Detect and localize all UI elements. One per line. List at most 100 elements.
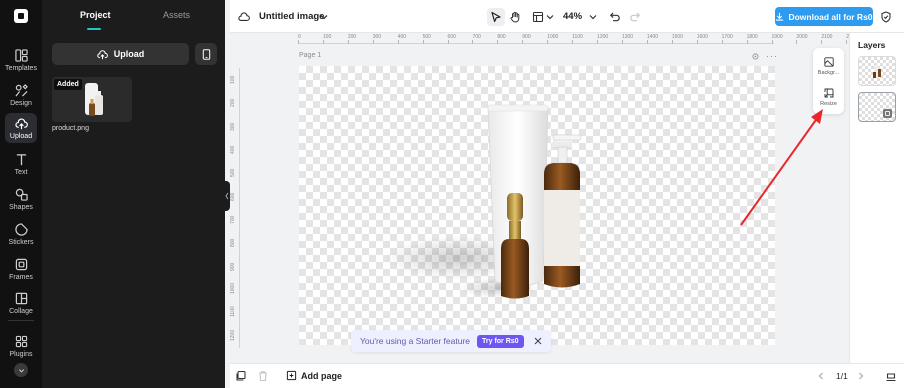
sidebar-item-collage[interactable]: Collage xyxy=(5,287,37,319)
toast-message: You're using a Starter feature xyxy=(360,336,470,346)
previous-page-button[interactable] xyxy=(813,368,829,384)
close-icon xyxy=(534,337,542,345)
sidebar-item-label: Design xyxy=(10,99,32,107)
ruler-tick-label: 400 xyxy=(397,34,407,40)
ruler-tick-label: 1500 xyxy=(671,34,683,40)
page-settings-button[interactable] xyxy=(749,50,761,62)
layout-dropdown-button[interactable] xyxy=(542,9,558,25)
upload-cloud-icon xyxy=(97,49,108,59)
frames-icon xyxy=(15,258,27,270)
zoom-level[interactable]: 44% xyxy=(563,11,582,22)
page-view-button[interactable] xyxy=(883,368,899,384)
tab-assets[interactable]: Assets xyxy=(163,10,190,20)
ruler-tick-label: 700 xyxy=(230,215,236,224)
gear-icon xyxy=(751,52,759,60)
toast-close-button[interactable] xyxy=(531,334,545,348)
ruler-tick xyxy=(522,40,524,44)
sidebar-item-text[interactable]: Text xyxy=(5,148,37,180)
layer-product[interactable] xyxy=(858,56,896,86)
trash-icon xyxy=(259,371,267,382)
app-logo[interactable] xyxy=(14,9,28,23)
sidebar-item-label: Templates xyxy=(5,64,37,72)
hand-icon xyxy=(510,11,520,23)
ruler-tick xyxy=(746,40,748,44)
undo-button[interactable] xyxy=(607,9,623,25)
upload-from-phone-button[interactable] xyxy=(195,43,217,65)
redo-button[interactable] xyxy=(627,9,643,25)
security-button[interactable] xyxy=(878,9,894,25)
active-tab-indicator xyxy=(87,28,101,30)
ruler-tick xyxy=(372,40,374,44)
download-button-label: Download all for Rs0 xyxy=(788,11,873,22)
save-to-cloud-button[interactable] xyxy=(236,9,252,25)
ruler-tick-label: 300 xyxy=(372,34,382,40)
layer-background[interactable] xyxy=(858,92,896,122)
add-page-label: Add page xyxy=(301,370,343,381)
ruler-tick-label: 1400 xyxy=(646,34,659,40)
next-page-button[interactable] xyxy=(853,368,869,384)
added-badge: Added xyxy=(54,79,82,90)
ruler-tick xyxy=(497,40,499,44)
ruler-tick-label: 1700 xyxy=(721,34,733,40)
sidebar-item-label: Upload xyxy=(9,132,33,140)
pages-button[interactable] xyxy=(233,368,249,384)
sidebar-item-label: Frames xyxy=(9,273,33,281)
ruler-tick-label: 900 xyxy=(522,34,531,40)
ruler-tick-label: 1000 xyxy=(547,34,559,40)
sidebar-item-templates[interactable]: Templates xyxy=(5,44,37,76)
upload-button[interactable]: Upload xyxy=(52,43,189,65)
shield-check-icon xyxy=(881,11,891,23)
ruler-tick-label: 1100 xyxy=(572,34,583,40)
redo-icon xyxy=(630,12,641,22)
side-tool-label: Backgr... xyxy=(817,70,840,76)
ruler-tick-label: 500 xyxy=(230,168,236,178)
sidebar-item-label: Plugins xyxy=(9,350,33,358)
ruler-tick xyxy=(547,40,549,44)
asset-filename: product.png xyxy=(52,125,89,132)
sidebar-item-upload[interactable]: Upload xyxy=(5,113,37,143)
download-all-button[interactable]: Download all for Rs0 xyxy=(775,7,873,26)
left-nav-rail: Templates Design Upload Text Shapes Stic… xyxy=(0,0,42,388)
sidebar-item-plugins[interactable]: Plugins xyxy=(5,330,37,362)
ruler-tick xyxy=(397,40,399,44)
tab-project[interactable]: Project xyxy=(80,10,111,20)
annotation-arrow xyxy=(740,109,823,226)
sidebar-item-shapes[interactable]: Shapes xyxy=(5,183,37,215)
starter-feature-toast: You're using a Starter feature Try for R… xyxy=(351,330,551,352)
ruler-tick-label: 200 xyxy=(347,34,357,40)
title-menu-button[interactable] xyxy=(316,9,332,25)
vertical-ruler: 100 200 300 400 500 600 700 800 900 1000 1100 1200 xyxy=(230,68,240,348)
zoom-dropdown-button[interactable] xyxy=(585,9,601,25)
ruler-tick xyxy=(621,40,623,44)
ruler-tick-label: 600 xyxy=(230,192,236,201)
add-page-button[interactable]: Add page xyxy=(286,370,342,381)
chevron-left-icon xyxy=(818,372,823,380)
ruler-tick-label: 500 xyxy=(422,34,431,40)
rail-collapse-button[interactable] xyxy=(14,363,28,377)
try-for-rs0-button[interactable]: Try for Rs0 xyxy=(477,334,524,348)
sidebar-item-design[interactable]: Design xyxy=(5,79,37,111)
collage-icon xyxy=(15,292,27,304)
document-title[interactable]: Untitled image xyxy=(259,11,324,22)
add-page-icon xyxy=(286,370,297,381)
design-canvas[interactable] xyxy=(299,66,775,345)
ruler-tick-label: 400 xyxy=(230,145,236,154)
delete-page-button[interactable] xyxy=(255,368,271,384)
select-tool-button[interactable] xyxy=(487,8,505,26)
sidebar-item-label: Shapes xyxy=(9,203,33,211)
layers-title: Layers xyxy=(858,40,886,50)
ruler-tick-label: 800 xyxy=(497,34,506,40)
sidebar-item-stickers[interactable]: Stickers xyxy=(5,218,37,250)
sidebar-item-frames[interactable]: Frames xyxy=(5,253,37,285)
upload-button-label: Upload xyxy=(113,49,145,59)
background-tool-button[interactable]: Backgr... xyxy=(813,57,844,76)
cursor-arrow-icon xyxy=(491,11,501,23)
hand-tool-button[interactable] xyxy=(507,9,523,25)
upload-cloud-icon xyxy=(14,118,28,129)
background-icon xyxy=(823,57,834,67)
ruler-tick-label: 2000 xyxy=(796,34,808,40)
ruler-tick xyxy=(821,40,823,44)
ruler-tick-label: 700 xyxy=(472,34,481,40)
design-icon xyxy=(14,83,28,96)
more-options-icon[interactable]: ··· xyxy=(766,51,778,61)
